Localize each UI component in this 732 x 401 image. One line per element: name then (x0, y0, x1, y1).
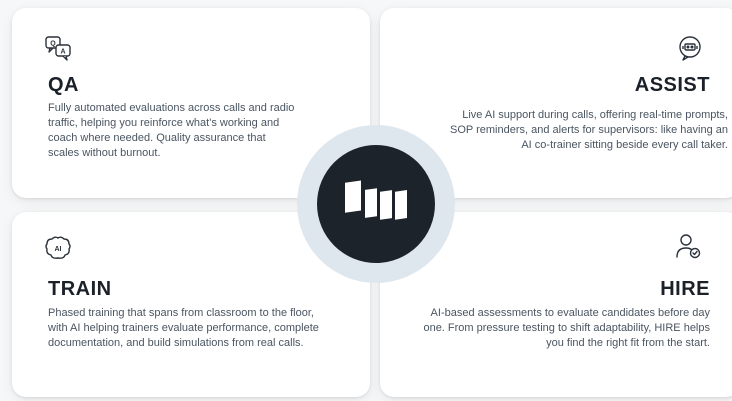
hire-description: AI-based assessments to evaluate candida… (423, 307, 710, 349)
svg-text:Q: Q (50, 41, 56, 48)
svg-text:A: A (60, 49, 65, 56)
train-description: Phased training that spans from classroo… (48, 307, 319, 349)
user-check-icon (674, 232, 702, 260)
ai-brain-icon: AI (44, 234, 72, 262)
assist-description: Live AI support during calls, offering r… (450, 109, 728, 151)
hire-title: HIRE (660, 278, 710, 300)
qa-title: QA (48, 74, 79, 96)
assist-title: ASSIST (634, 74, 710, 96)
qa-description: Fully automated evaluations across calls… (48, 102, 295, 159)
center-hub-core (317, 145, 435, 263)
assist-support-chat-icon (676, 34, 704, 62)
brand-blocks-logo (343, 179, 409, 229)
center-hub (297, 125, 455, 283)
train-title: TRAIN (48, 278, 112, 300)
svg-text:AI: AI (55, 246, 62, 253)
qa-chat-bubbles-icon: Q A (44, 34, 72, 62)
